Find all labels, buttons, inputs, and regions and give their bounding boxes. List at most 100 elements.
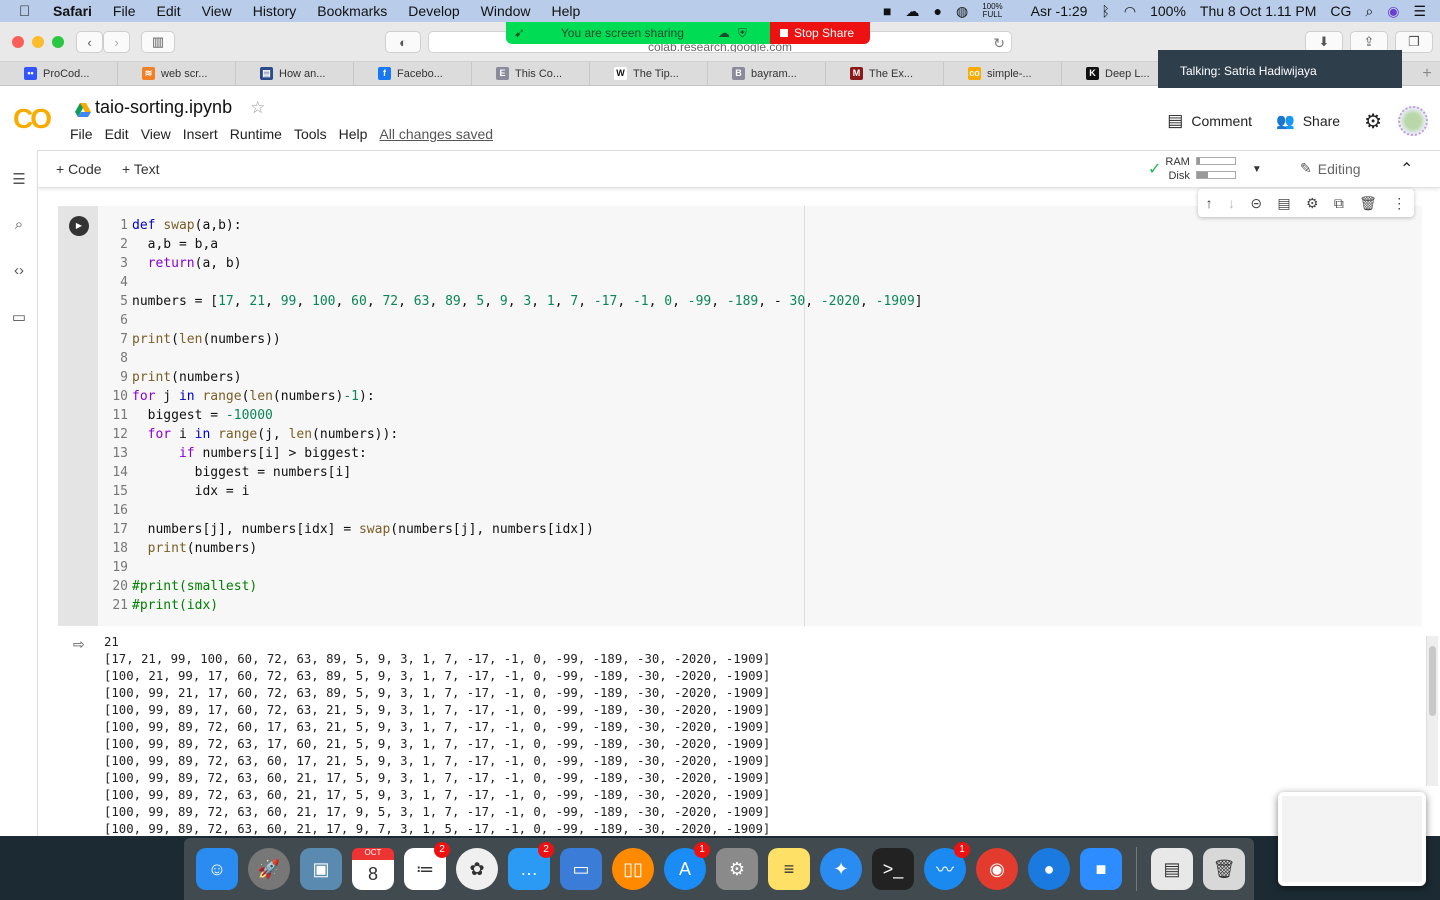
move-cell-up-icon[interactable]: ↑ — [1206, 195, 1213, 211]
code-editor[interactable]: 1 def swap(a,b): 2 a,b = b,a 3 return(a, b)… — [106, 216, 923, 615]
star-icon[interactable]: ☆ — [250, 98, 265, 118]
code-line[interactable]: 16 — [106, 501, 923, 520]
code-cell[interactable]: ▶ 1 def swap(a,b): 2 a,b = b,a 3 return(a, … — [58, 206, 1422, 626]
datetime[interactable]: Thu 8 Oct 1.11 PM — [1200, 3, 1316, 19]
bookmark-item[interactable]: ≋ web scr... — [118, 62, 236, 85]
code-line[interactable]: 17 numbers[j], numbers[idx] = swap(numbe… — [106, 520, 923, 539]
menu-develop[interactable]: Develop — [408, 3, 459, 19]
menu-history[interactable]: History — [253, 3, 297, 19]
code-line[interactable]: 5 numbers = [17, 21, 99, 100, 60, 72, 63,… — [106, 292, 922, 311]
runtime-resources[interactable]: ✓ RAM Disk ▼ — [1148, 155, 1262, 183]
bookmark-item[interactable]: f Facebo... — [354, 62, 472, 85]
more-options-icon[interactable]: ⋮ — [1392, 195, 1406, 212]
menu-edit[interactable]: Edit — [105, 126, 129, 142]
code-line[interactable]: 2 a,b = b,a — [106, 235, 923, 254]
add-code-button[interactable]: + Code — [56, 161, 102, 177]
move-cell-down-icon[interactable]: ↓ — [1228, 195, 1235, 211]
run-cell-button[interactable]: ▶ — [69, 216, 89, 236]
code-line[interactable]: 8 — [106, 349, 923, 368]
code-line[interactable]: 3 return(a, b) — [106, 254, 923, 273]
output-actions-icon[interactable]: ⇨ — [73, 636, 85, 653]
delete-cell-icon[interactable]: 🗑 — [1359, 195, 1377, 212]
dock-books[interactable]: ▯▯ — [612, 848, 654, 890]
bookmark-item[interactable]: M The Ex... — [826, 62, 944, 85]
menu-file[interactable]: File — [113, 3, 136, 19]
sidebar-toggle-icon[interactable]: ▥ — [141, 31, 175, 53]
collapse-header-icon[interactable]: ⌃ — [1400, 159, 1413, 179]
chat-status-icon[interactable]: ● — [934, 3, 942, 19]
settings-icon[interactable]: ⚙ — [1364, 109, 1382, 134]
spotlight-icon[interactable]: ⌕ — [1365, 3, 1373, 20]
code-snippets-icon[interactable]: ‹› — [10, 262, 28, 280]
menu-view[interactable]: View — [202, 3, 232, 19]
bluetooth-icon[interactable]: ᛒ — [1101, 3, 1109, 19]
comment-cell-icon[interactable]: ▤ — [1277, 195, 1290, 212]
battery-widget-icon[interactable]: ◍ — [956, 3, 968, 20]
menu-runtime[interactable]: Runtime — [230, 126, 282, 142]
menu-edit[interactable]: Edit — [156, 3, 180, 19]
privacy-shield-icon[interactable]: ◐ — [385, 31, 421, 53]
comment-button[interactable]: ▤ Comment — [1167, 111, 1252, 131]
page-scrollbar[interactable] — [1426, 636, 1438, 786]
siri-icon[interactable]: ◉ — [1387, 3, 1399, 20]
forward-button[interactable]: › — [103, 31, 130, 53]
menu-bookmarks[interactable]: Bookmarks — [317, 3, 387, 19]
code-line[interactable]: 4 — [106, 273, 923, 292]
dock-calendar[interactable]: OCT 8 — [352, 848, 394, 890]
cloud-record-icon[interactable]: ☁ — [718, 26, 730, 40]
code-line[interactable]: 9 print(numbers) — [106, 368, 923, 387]
code-line[interactable]: 15 idx = i — [106, 482, 923, 501]
dock-chat-bubble[interactable]: ● — [1028, 848, 1070, 890]
dock-safari[interactable]: ✦ — [820, 848, 862, 890]
menu-help[interactable]: Help — [339, 126, 368, 142]
security-shield-icon[interactable]: ⛨ — [738, 26, 747, 41]
scrollbar-thumb[interactable] — [1429, 646, 1436, 716]
code-line[interactable]: 20 #print(smallest) — [106, 577, 923, 596]
dock-terminal[interactable]: >_ — [872, 848, 914, 890]
dock-notes[interactable]: ≡ — [768, 848, 810, 890]
dock-trash[interactable]: 🗑 — [1203, 848, 1245, 890]
table-of-contents-icon[interactable]: ☰ — [10, 170, 28, 188]
dock-reminders[interactable]: ≔ 2 — [404, 842, 450, 890]
battery-percent[interactable]: 100% — [1150, 3, 1186, 19]
files-folder-icon[interactable]: ▭ — [10, 308, 28, 326]
notification-center-icon[interactable]: ☰ — [1413, 3, 1426, 20]
editing-mode-button[interactable]: ✎ Editing — [1300, 160, 1361, 177]
bookmark-item[interactable]: Bbayram... — [708, 62, 826, 85]
dock-chrome[interactable]: ◉ — [976, 848, 1018, 890]
dock-launchpad[interactable]: 🚀 — [248, 848, 290, 890]
menu-tools[interactable]: Tools — [294, 126, 327, 142]
avatar[interactable] — [1398, 106, 1428, 136]
code-line[interactable]: 1 def swap(a,b): — [106, 216, 923, 235]
bookmark-item[interactable]: E This Co... — [472, 62, 590, 85]
bookmark-item[interactable]: ▤ How an... — [236, 62, 354, 85]
code-line[interactable]: 7 print(len(numbers)) — [106, 330, 923, 349]
dock-mustache-app[interactable]: 〰 1 — [924, 842, 970, 890]
zoom-status-icon[interactable]: ■ — [883, 3, 891, 19]
menu-help[interactable]: Help — [551, 3, 580, 19]
code-line[interactable]: 6 — [106, 311, 923, 330]
notebook-title[interactable]: taio-sorting.ipynb — [95, 97, 232, 118]
dock-preview[interactable]: ▣ — [300, 848, 342, 890]
menu-file[interactable]: File — [70, 126, 93, 142]
link-icon[interactable]: ⊝ — [1250, 195, 1262, 212]
cell-settings-icon[interactable]: ⚙ — [1306, 195, 1319, 212]
menu-app-name[interactable]: Safari — [53, 3, 92, 19]
menu-window[interactable]: Window — [481, 3, 531, 19]
save-status[interactable]: All changes saved — [379, 126, 493, 142]
bookmark-item[interactable]: •• ProCod... — [0, 62, 118, 85]
reload-icon[interactable]: ↻ — [993, 32, 1005, 52]
search-icon[interactable]: ⌕ — [10, 216, 28, 234]
code-line[interactable]: 14 biggest = numbers[i] — [106, 463, 923, 482]
bookmark-item[interactable]: co simple-... — [944, 62, 1062, 85]
prayer-time[interactable]: Asr -1:29 — [1031, 3, 1088, 19]
code-line[interactable]: 18 print(numbers) — [106, 539, 923, 558]
close-window-button[interactable] — [12, 36, 24, 48]
screenshot-thumbnail[interactable] — [1278, 792, 1426, 886]
wifi-icon[interactable]: ◠ — [1124, 3, 1136, 20]
dock-zoom[interactable]: ■ — [1080, 848, 1122, 890]
code-line[interactable]: 21 #print(idx) — [106, 596, 923, 615]
share-button[interactable]: 👥 Share — [1276, 112, 1340, 130]
back-button[interactable]: ‹ — [76, 31, 103, 53]
new-tab-button[interactable]: + — [1414, 62, 1440, 86]
